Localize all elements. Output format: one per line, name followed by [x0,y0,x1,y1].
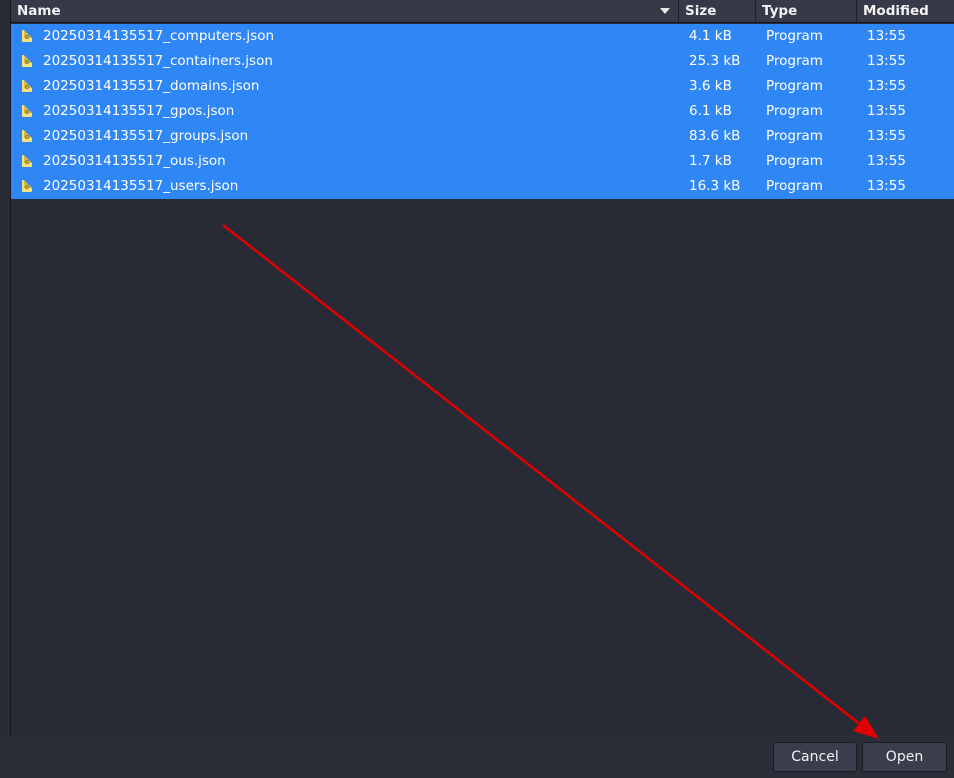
file-type: Program [766,178,823,194]
file-modified: 13:55 [867,153,906,169]
file-type: Program [766,128,823,144]
file-modified: 13:55 [867,178,906,194]
file-row[interactable]: 20250314135517_containers.json 25.3 kB P… [11,49,954,74]
file-type: Program [766,78,823,94]
text-file-icon [22,30,32,42]
file-size: 4.1 kB [689,28,732,44]
file-row[interactable]: 20250314135517_users.json 16.3 kB Progra… [11,174,954,199]
text-file-icon [22,130,32,142]
file-list-view[interactable]: Name Size Type Modified 20250314135517_c… [10,0,954,736]
file-modified: 13:55 [867,103,906,119]
file-modified: 13:55 [867,28,906,44]
column-header-size-label: Size [685,3,717,19]
file-row[interactable]: 20250314135517_groups.json 83.6 kB Progr… [11,124,954,149]
text-file-icon [22,155,32,167]
file-rows: 20250314135517_computers.json 4.1 kB Pro… [11,24,954,199]
file-chooser-dialog: Name Size Type Modified 20250314135517_c… [0,0,954,778]
chevron-down-icon[interactable] [660,8,670,14]
file-modified: 13:55 [867,128,906,144]
file-size: 25.3 kB [689,53,741,69]
file-row[interactable]: 20250314135517_ous.json 1.7 kB Program 1… [11,149,954,174]
file-type: Program [766,28,823,44]
text-file-icon [22,180,32,192]
column-header-name[interactable]: Name [11,0,679,22]
column-header-modified-label: Modified [863,3,929,19]
file-size: 83.6 kB [689,128,741,144]
file-type: Program [766,103,823,119]
column-header-type-label: Type [762,3,798,19]
cancel-button[interactable]: Cancel [773,742,857,772]
file-size: 16.3 kB [689,178,741,194]
file-name: 20250314135517_containers.json [43,53,273,69]
file-name: 20250314135517_domains.json [43,78,260,94]
file-size: 1.7 kB [689,153,732,169]
file-size: 3.6 kB [689,78,732,94]
file-type: Program [766,153,823,169]
dialog-action-bar: Cancel Open [0,736,954,778]
file-name: 20250314135517_gpos.json [43,103,235,119]
file-name: 20250314135517_groups.json [43,128,249,144]
file-type: Program [766,53,823,69]
open-button[interactable]: Open [862,742,947,772]
column-header-name-label: Name [17,3,61,19]
column-header-size[interactable]: Size [679,0,756,22]
text-file-icon [22,105,32,117]
file-name: 20250314135517_computers.json [43,28,275,44]
file-modified: 13:55 [867,53,906,69]
file-name: 20250314135517_users.json [43,178,239,194]
column-header-modified[interactable]: Modified [857,0,954,22]
file-name: 20250314135517_ous.json [43,153,226,169]
text-file-icon [22,55,32,67]
file-row[interactable]: 20250314135517_computers.json 4.1 kB Pro… [11,24,954,49]
file-row[interactable]: 20250314135517_domains.json 3.6 kB Progr… [11,74,954,99]
column-header-type[interactable]: Type [756,0,857,22]
file-row[interactable]: 20250314135517_gpos.json 6.1 kB Program … [11,99,954,124]
file-size: 6.1 kB [689,103,732,119]
text-file-icon [22,80,32,92]
column-header-bar: Name Size Type Modified [11,0,954,23]
file-modified: 13:55 [867,78,906,94]
